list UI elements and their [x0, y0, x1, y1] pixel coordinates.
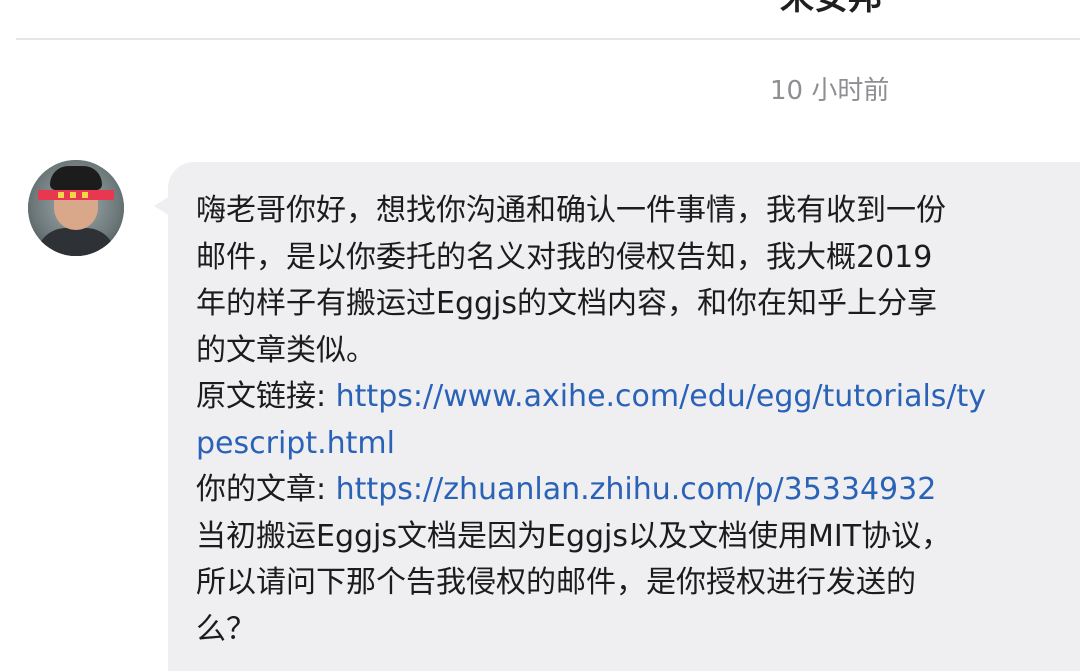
original-link-label: 原文链接: [196, 379, 336, 414]
original-link-row: 原文链接: https://www.axihe.com/edu/egg/tuto… [196, 374, 1066, 421]
original-link-continued[interactable]: pescript.html [196, 426, 395, 461]
message-text: 嗨老哥你好，想找你沟通和确认一件事情，我有收到一份 邮件，是以你委托的名义对我的… [196, 188, 1066, 653]
message-timestamp: 10 小时前 [770, 76, 890, 106]
message-line: 么？ [196, 611, 256, 647]
original-link-row-continued: pescript.html [196, 421, 1066, 468]
article-link-label: 你的文章: [196, 472, 336, 507]
message-line: 邮件，是以你委托的名义对我的侵权告知，我大概2019 [196, 239, 933, 275]
contact-name[interactable]: 宋安邦 [780, 0, 882, 18]
message-line: 所以请问下那个告我侵权的邮件，是你授权进行发送的 [196, 565, 916, 600]
avatar[interactable] [28, 160, 124, 256]
message-line: 的文章类似。 [196, 332, 376, 368]
article-link[interactable]: https://zhuanlan.zhihu.com/p/35334932 [336, 472, 937, 507]
message-line: 年的样子有搬运过Eggjs的文档内容，和你在知乎上分享 [196, 286, 938, 321]
original-link[interactable]: https://www.axihe.com/edu/egg/tutorials/… [336, 379, 986, 414]
article-link-row: 你的文章: https://zhuanlan.zhihu.com/p/35334… [196, 467, 1066, 514]
message-line: 嗨老哥你好，想找你沟通和确认一件事情，我有收到一份 [196, 193, 946, 228]
chat-window: 宋安邦 10 小时前 嗨老哥你好，想找你沟通和确认一件事情，我有收到一份 邮件，… [0, 0, 1080, 671]
chat-header: 宋安邦 [0, 0, 1080, 38]
message-line: 当初搬运Eggjs文档是因为Eggjs以及文档使用MIT协议， [196, 518, 952, 554]
header-divider [16, 38, 1080, 40]
